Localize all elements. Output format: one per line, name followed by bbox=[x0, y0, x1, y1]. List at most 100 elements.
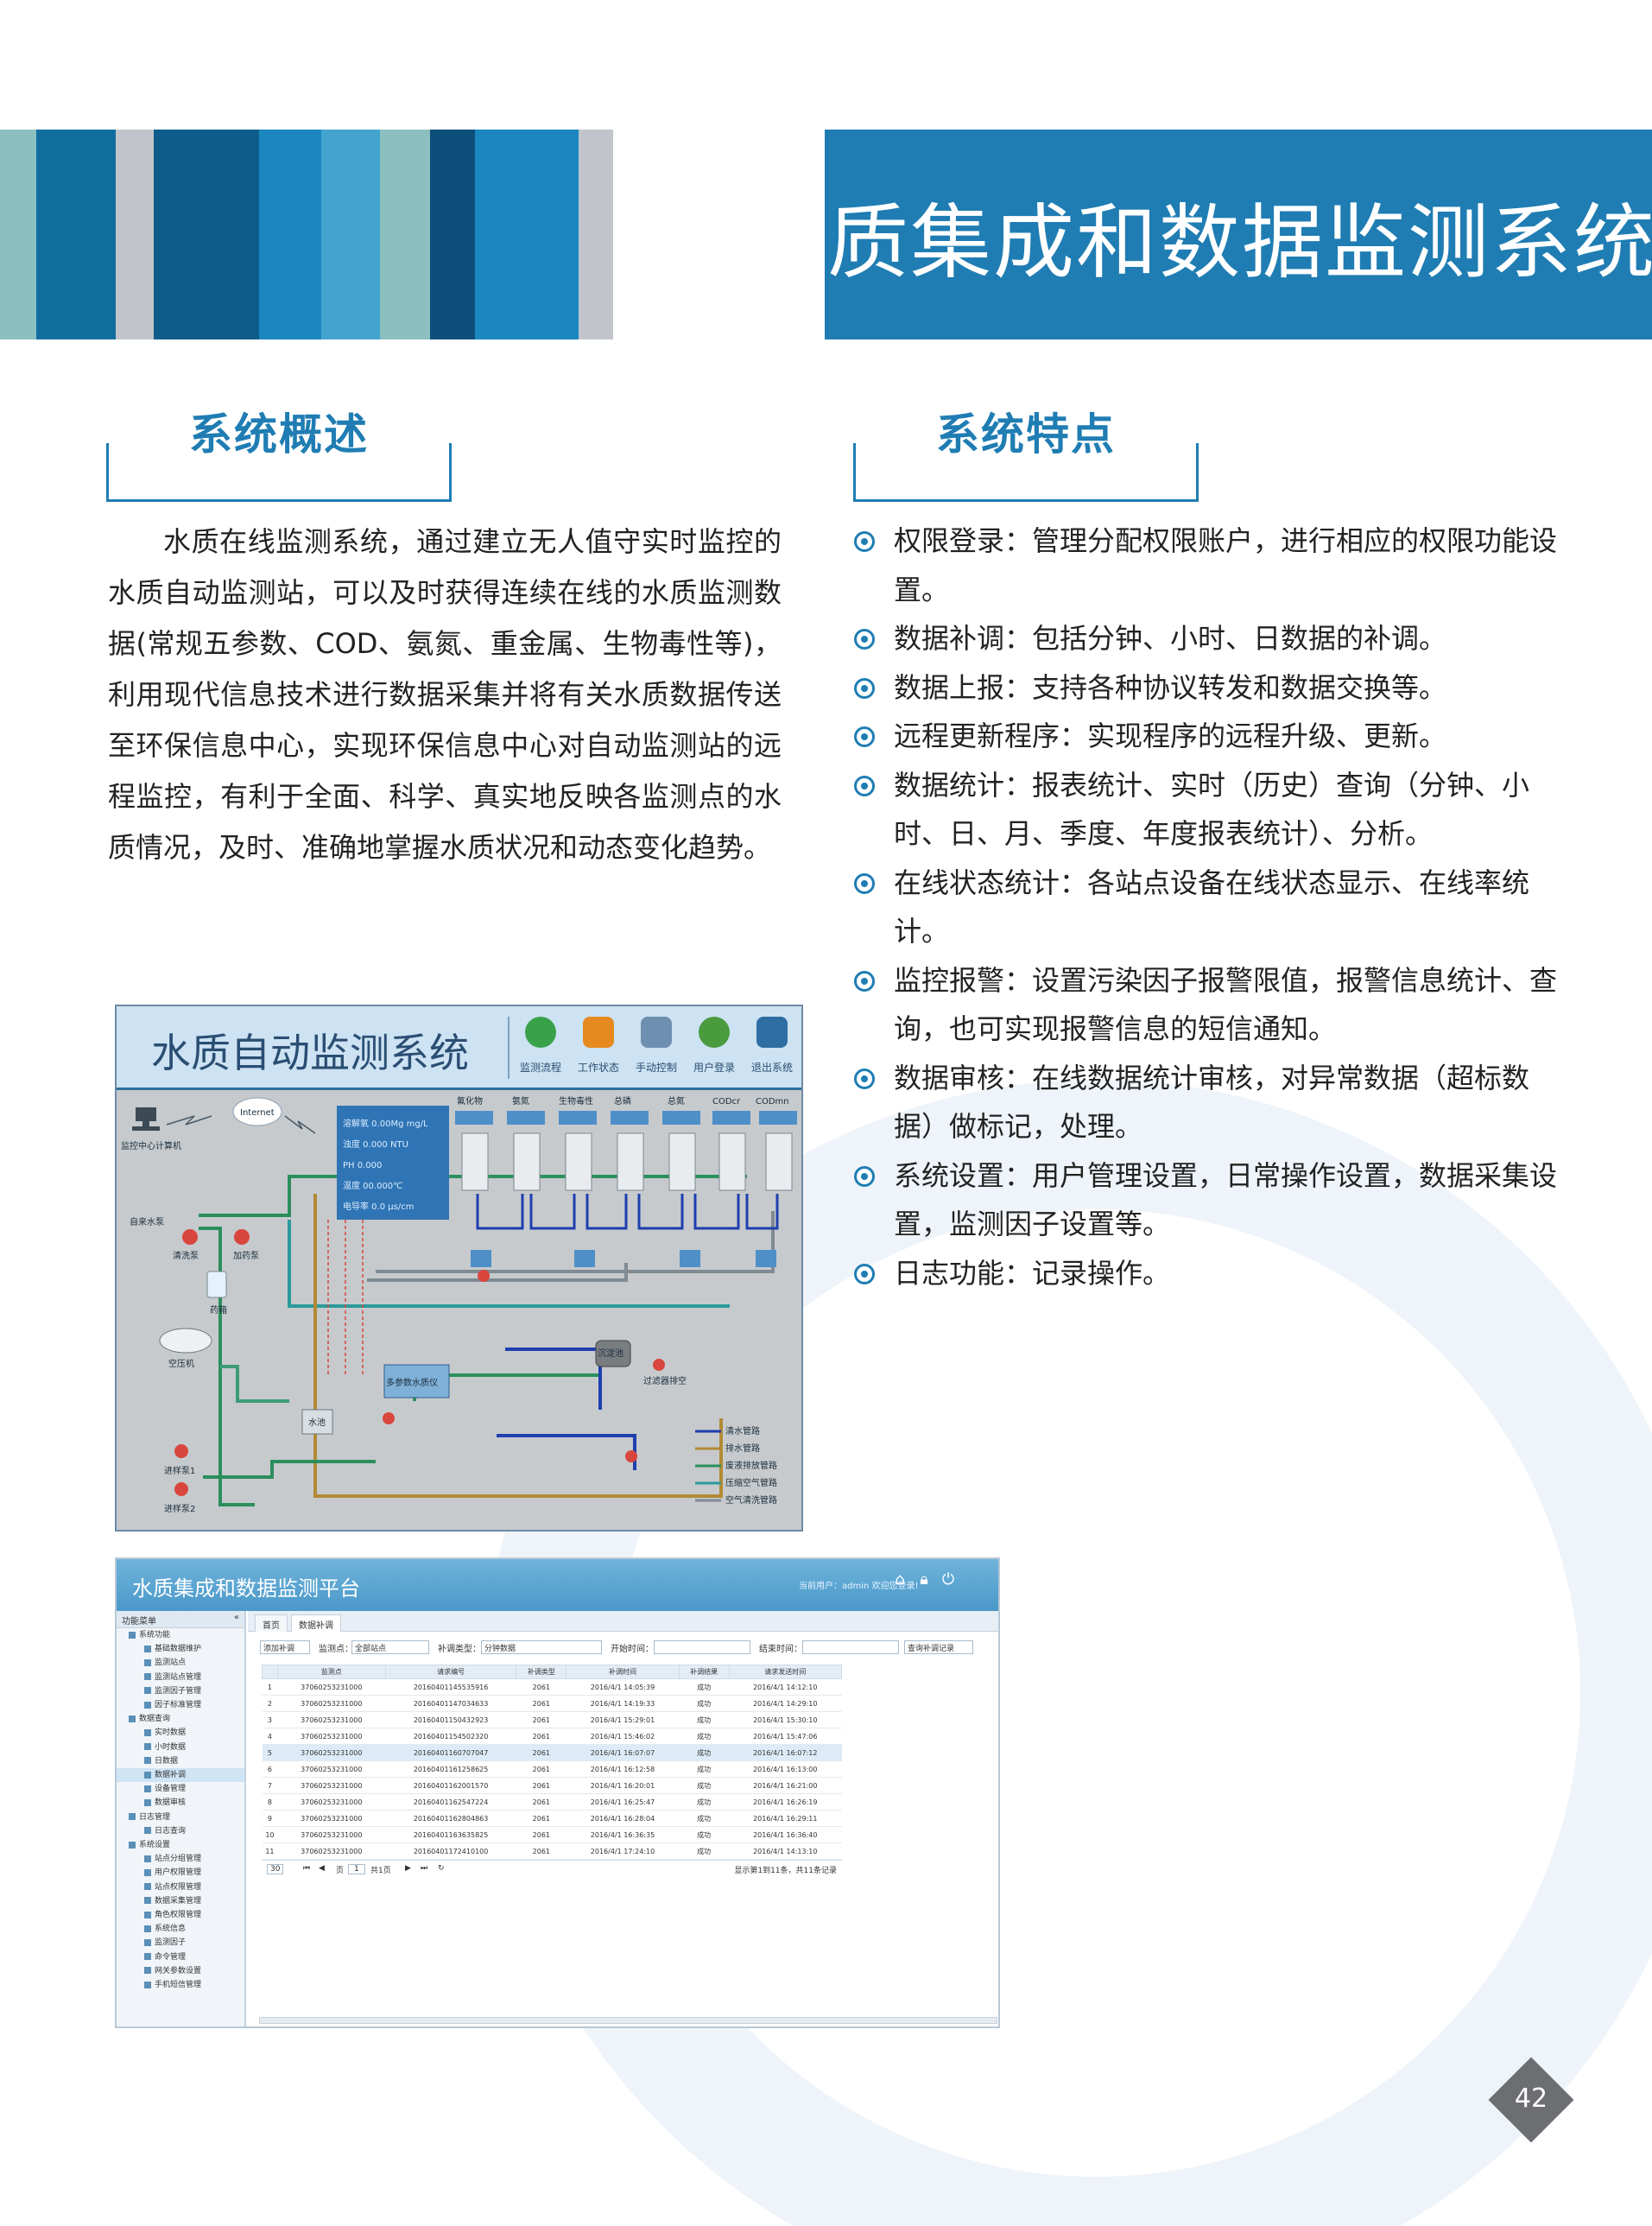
query-button[interactable]: 查询补调记录 bbox=[904, 1640, 973, 1654]
table-row[interactable]: 11 37060253231000 20160401172410100 2061 201… bbox=[262, 1842, 842, 1860]
toolbar-button-exit[interactable]: 退出系统 bbox=[745, 1017, 799, 1075]
menu-item-icon bbox=[144, 1981, 151, 1988]
table-row[interactable]: 6 37060253231000 20160401161258625 2061 2016… bbox=[262, 1760, 842, 1778]
toolbar-button-status[interactable]: 工作状态 bbox=[572, 1017, 625, 1075]
svg-text:生物毒性: 生物毒性 bbox=[559, 1095, 593, 1107]
table-row[interactable]: 3 37060253231000 20160401150432923 2061 2016… bbox=[262, 1711, 842, 1728]
page-size-select[interactable]: 30 bbox=[267, 1864, 284, 1874]
tab-bar: 首页 数据补调 bbox=[248, 1611, 998, 1632]
sidebar-item[interactable]: 命令管理 bbox=[117, 1950, 244, 1964]
table-cell: 成功 bbox=[679, 1810, 730, 1827]
sidebar-item[interactable]: 日志管理 bbox=[117, 1811, 244, 1824]
next-page-icon[interactable]: ▶ bbox=[405, 1864, 411, 1873]
lock-icon[interactable]: 🔒︎ bbox=[915, 1571, 933, 1589]
menu-item-icon bbox=[144, 1925, 151, 1932]
column-header[interactable]: 请求发送时间 bbox=[728, 1665, 843, 1679]
sidebar-item[interactable]: 监测因子 bbox=[117, 1936, 244, 1950]
table-cell: 11 bbox=[262, 1842, 278, 1860]
table-row[interactable]: 7 37060253231000 20160401162001570 2061 2016… bbox=[262, 1777, 842, 1794]
sidebar-item[interactable]: 监测站点 bbox=[117, 1656, 244, 1670]
column-header[interactable]: 补调时间 bbox=[566, 1665, 680, 1679]
sidebar-item[interactable]: 日数据 bbox=[117, 1754, 244, 1768]
tab-data-recall[interactable]: 数据补调 bbox=[291, 1614, 341, 1632]
page-number: 42 bbox=[1514, 2083, 1548, 2114]
sidebar-item[interactable]: 站点权限管理 bbox=[117, 1880, 244, 1894]
power-icon[interactable]: ⏻ bbox=[940, 1571, 957, 1589]
sidebar-item[interactable]: 设备管理 bbox=[117, 1782, 244, 1796]
bullet-icon bbox=[854, 531, 875, 552]
column-header[interactable]: 补调类型 bbox=[516, 1665, 567, 1679]
prev-page-icon[interactable]: ◀ bbox=[319, 1864, 325, 1873]
recall-table: 监测点 请求编号 补调类型 补调时间 补调结果 请求发送时间 1 3706025323100… bbox=[262, 1665, 843, 1860]
add-recall-button[interactable]: 添加补调 bbox=[260, 1640, 310, 1654]
table-row[interactable]: 4 37060253231000 20160401154502320 2061 2016… bbox=[262, 1728, 842, 1745]
collapse-icon[interactable]: « bbox=[234, 1613, 239, 1622]
sidebar-item[interactable]: 小时数据 bbox=[117, 1741, 244, 1754]
sidebar-item[interactable]: 监测站点管理 bbox=[117, 1671, 244, 1684]
sidebar-item[interactable]: 系统功能 bbox=[117, 1628, 244, 1642]
sidebar-item[interactable]: 网关参数设置 bbox=[117, 1964, 244, 1978]
table-cell: 37060253231000 bbox=[277, 1728, 386, 1745]
sidebar-header: 功能菜单 bbox=[122, 1617, 156, 1627]
toolbar-button-login[interactable]: 用户登录 bbox=[687, 1017, 741, 1075]
table-cell: 37060253231000 bbox=[277, 1842, 386, 1860]
refresh-icon[interactable]: ↻ bbox=[438, 1864, 445, 1873]
table-cell: 4 bbox=[262, 1728, 278, 1745]
sidebar-item[interactable]: 数据审核 bbox=[117, 1796, 244, 1810]
document-icon bbox=[583, 1017, 614, 1048]
table-cell: 2016/4/1 16:12:58 bbox=[566, 1760, 680, 1778]
menu-item-icon bbox=[144, 1897, 151, 1905]
sidebar-item[interactable]: 手机短信管理 bbox=[117, 1978, 244, 1992]
sidebar-item[interactable]: 日志查询 bbox=[117, 1824, 244, 1838]
table-row[interactable]: 8 37060253231000 20160401162547224 2061 2016… bbox=[262, 1793, 842, 1811]
column-header[interactable]: 监测点 bbox=[276, 1665, 386, 1679]
svg-text:空压机: 空压机 bbox=[168, 1358, 194, 1369]
page-input[interactable]: 1 bbox=[348, 1864, 365, 1874]
home-icon[interactable]: ⌂ bbox=[891, 1571, 908, 1589]
sidebar-item[interactable]: 数据查询 bbox=[117, 1712, 244, 1726]
first-page-icon[interactable]: ⏮ bbox=[303, 1864, 310, 1873]
column-header[interactable] bbox=[262, 1665, 278, 1679]
feature-item: 系统设置：用户管理设置，日常操作设置，数据采集设置，监测因子设置等。 bbox=[851, 1151, 1567, 1249]
table-row[interactable]: 5 37060253231000 20160401160707047 2061 2016… bbox=[262, 1744, 842, 1761]
last-page-icon[interactable]: ⏭ bbox=[421, 1864, 427, 1873]
horizontal-scrollbar[interactable] bbox=[259, 2017, 997, 2024]
sidebar-item[interactable]: 系统信息 bbox=[117, 1922, 244, 1936]
menu-item-icon bbox=[144, 1855, 151, 1862]
sidebar-item[interactable]: 实时数据 bbox=[117, 1726, 244, 1740]
end-time-input[interactable] bbox=[802, 1640, 899, 1654]
start-time-input[interactable] bbox=[654, 1640, 750, 1654]
table-row[interactable]: 10 37060253231000 20160401163635825 2061 201… bbox=[262, 1826, 842, 1843]
type-select[interactable]: 分钟数据 bbox=[481, 1640, 602, 1654]
tab-home[interactable]: 首页 bbox=[255, 1614, 288, 1632]
sidebar-item[interactable]: 站点分组管理 bbox=[117, 1852, 244, 1866]
table-cell: 2016/4/1 14:19:33 bbox=[566, 1695, 680, 1712]
bullet-icon bbox=[854, 726, 875, 747]
sidebar-item[interactable]: 用户权限管理 bbox=[117, 1866, 244, 1880]
column-header[interactable]: 请求编号 bbox=[384, 1665, 517, 1679]
svg-text:溶解氧 0.00Mg mg/L: 溶解氧 0.00Mg mg/L bbox=[343, 1118, 428, 1129]
feature-item: 数据审核：在线数据统计审核，对异常数据（超标数据）做标记，处理。 bbox=[851, 1054, 1567, 1151]
table-cell: 9 bbox=[262, 1810, 278, 1827]
table-cell: 2061 bbox=[516, 1793, 566, 1811]
column-header[interactable]: 补调结果 bbox=[678, 1665, 730, 1679]
sidebar-item[interactable]: 基础数据维护 bbox=[117, 1642, 244, 1656]
sidebar-item[interactable]: 角色权限管理 bbox=[117, 1908, 244, 1922]
table-row[interactable]: 9 37060253231000 20160401162804863 2061 2016… bbox=[262, 1810, 842, 1827]
table-row[interactable]: 1 37060253231000 20160401145535916 2061 2016… bbox=[262, 1678, 842, 1696]
station-select[interactable]: 全部站点 bbox=[351, 1640, 429, 1654]
sidebar-item[interactable]: 因子标准管理 bbox=[117, 1698, 244, 1712]
table-cell: 2061 bbox=[516, 1695, 566, 1712]
sidebar-item[interactable]: 数据采集管理 bbox=[117, 1894, 244, 1908]
toolbar-button-manual[interactable]: 手动控制 bbox=[630, 1017, 683, 1075]
table-cell: 2016/4/1 16:21:00 bbox=[729, 1777, 842, 1794]
table-cell: 2016/4/1 15:47:06 bbox=[729, 1728, 842, 1745]
table-cell: 2061 bbox=[516, 1826, 566, 1843]
sidebar-item[interactable]: 监测因子管理 bbox=[117, 1684, 244, 1698]
sidebar-item[interactable]: 数据补调 bbox=[117, 1768, 244, 1783]
sidebar-item[interactable]: 系统设置 bbox=[117, 1838, 244, 1852]
toolbar-button-flow[interactable]: 监测流程 bbox=[514, 1017, 567, 1075]
menu-item-icon bbox=[144, 1953, 151, 1961]
table-row[interactable]: 2 37060253231000 20160401147034633 2061 2016… bbox=[262, 1695, 842, 1712]
table-cell: 2016/4/1 14:05:39 bbox=[566, 1678, 680, 1696]
